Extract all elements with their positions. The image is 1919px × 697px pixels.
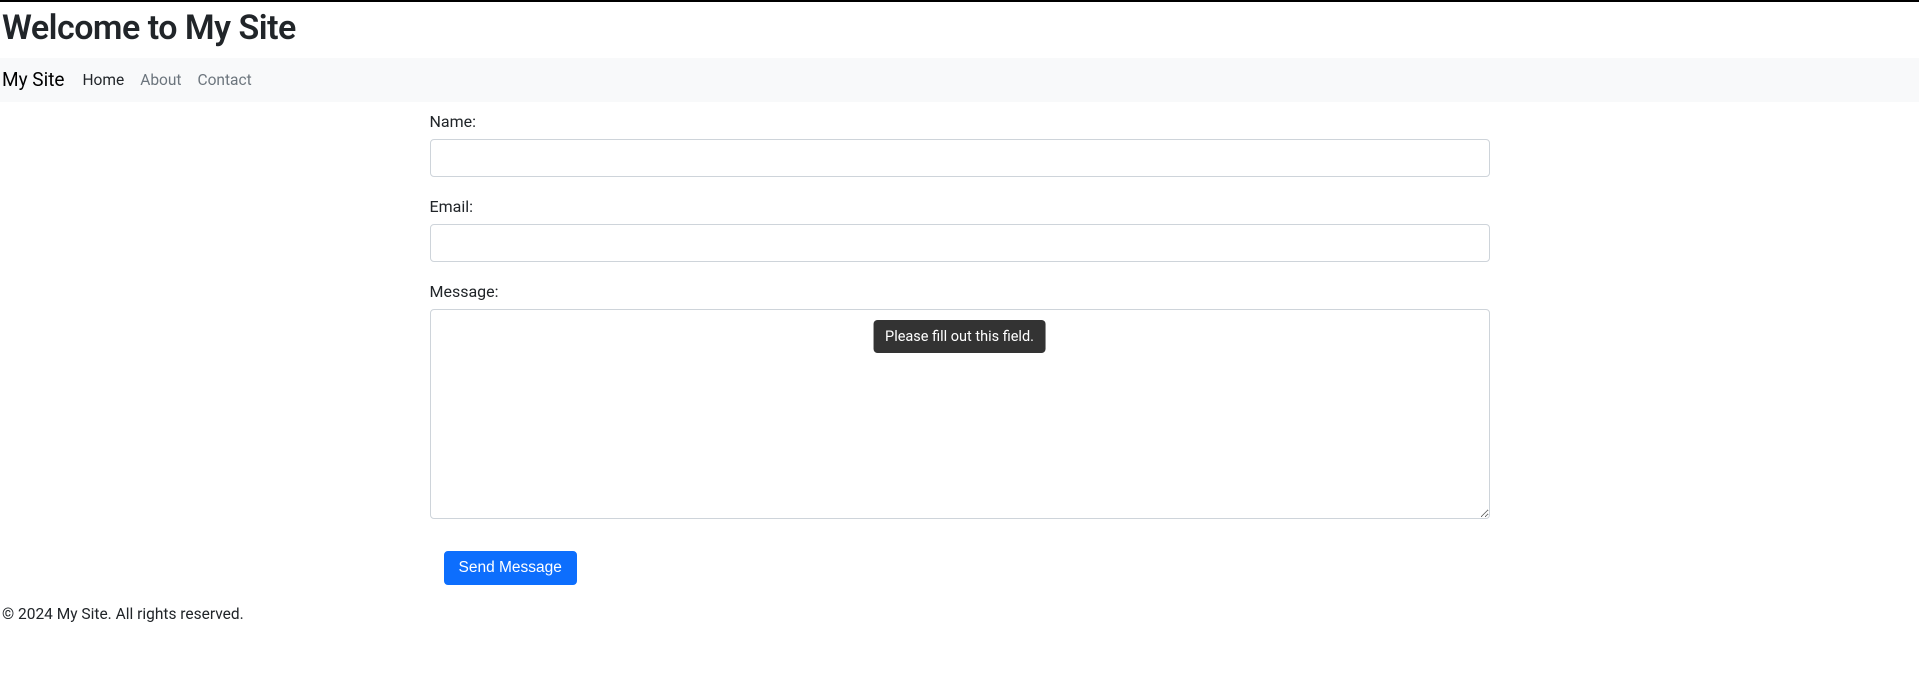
email-input[interactable]: [430, 224, 1490, 262]
send-message-button[interactable]: Send Message: [444, 551, 577, 585]
email-label: Email:: [430, 197, 1490, 216]
main-container: Name: Email: Message: Please fill out th…: [430, 102, 1490, 595]
page-title: Welcome to My Site: [0, 2, 1919, 58]
nav-link-contact[interactable]: Contact: [197, 71, 251, 89]
navbar-brand[interactable]: My Site: [2, 68, 64, 91]
name-input[interactable]: [430, 139, 1490, 177]
form-group-message: Message:: [430, 282, 1490, 519]
nav-links: Home About Contact: [82, 71, 251, 89]
nav-link-about[interactable]: About: [140, 71, 181, 89]
footer: © 2024 My Site. All rights reserved.: [0, 595, 1919, 623]
navbar: My Site Home About Contact: [0, 58, 1919, 102]
form-group-email: Email:: [430, 197, 1490, 262]
form-group-name: Name:: [430, 112, 1490, 177]
name-label: Name:: [430, 112, 1490, 131]
message-label: Message:: [430, 282, 1490, 301]
footer-text: © 2024 My Site. All rights reserved.: [2, 605, 244, 623]
validation-tooltip: Please fill out this field.: [873, 320, 1046, 353]
nav-link-home[interactable]: Home: [82, 71, 124, 89]
